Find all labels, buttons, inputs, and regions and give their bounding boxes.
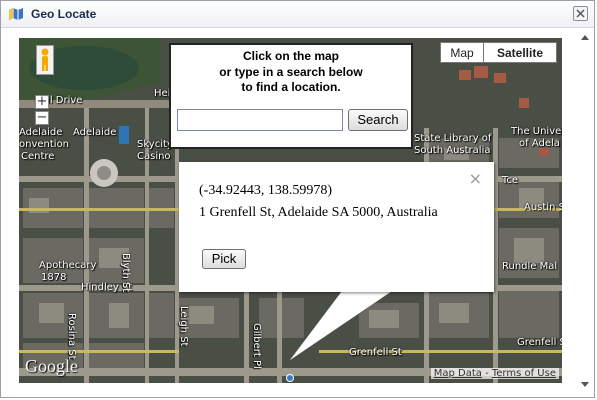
title-bar[interactable]: Geo Locate [1,1,594,28]
map-label-gilbert-pl: Gilbert Pl [251,323,262,369]
pegman-icon [41,48,49,71]
location-info-window: × (-34.92443, 138.59978) 1 Grenfell St, … [179,162,494,292]
location-search-input[interactable] [177,109,343,131]
address-text: 1 Grenfell St, Adelaide SA 5000, Austral… [199,205,438,220]
location-marker-icon [286,374,294,382]
map-label-rundle-mall: Rundle Mal [502,261,558,272]
close-window-button[interactable] [573,6,588,21]
map-label-austin-st: Austin St [524,202,562,213]
map-label-apothecary-year: 1878 [41,272,67,283]
map-label-leigh-st: Leigh St [178,306,189,347]
search-button[interactable]: Search [348,109,408,131]
map-label-adelaide-convention: Adelaide [19,127,63,138]
map-label-south-australia: South Australia [414,145,491,156]
google-logo: Google [25,356,78,376]
map-label-university-1: The Univers [511,126,562,137]
close-icon [576,9,585,18]
zoom-out-button[interactable]: − [35,111,49,125]
zoom-in-button[interactable]: + [35,95,49,109]
scroll-up-arrow-icon[interactable] [581,35,589,40]
street-view-pegman[interactable] [36,45,54,75]
map-label-grenfell-st-right: Grenfell St [517,337,562,348]
map-label-rosina-st: Rosina St [66,313,77,360]
coordinates-text: (-34.92443, 138.59978) [199,183,332,198]
map-type-satellite-button[interactable]: Satellite [483,42,557,63]
map-label-grenfell-st: Grenfell St [349,347,402,358]
map-label-blyth-st: Blyth St [120,253,131,293]
search-panel: Click on the map or type in a search bel… [169,43,413,149]
map-data-link[interactable]: Map Data [434,368,482,379]
scroll-down-arrow-icon[interactable] [581,382,589,387]
map-canvas[interactable]: ival Drive Adelaide onvention Centre Ade… [19,38,562,383]
map-attribution: Map Data - Terms of Use [430,368,559,379]
info-window-close-icon[interactable]: × [469,169,482,188]
map-label-university-2: of Adela [519,138,560,149]
map-label-state-library: State Library of [414,133,492,144]
map-label-apothecary: Apothecary [39,260,97,271]
search-instruction-line-3: to find a location. [241,80,341,94]
geo-locate-dialog: Geo Locate ival Drive Adelaide onvention… [0,0,595,398]
map-label-skycity: Skycity [137,139,173,150]
geo-locate-app-icon [9,8,23,20]
map-label-convention: onvention [19,139,70,150]
window-title: Geo Locate [31,7,97,21]
terms-of-use-link[interactable]: Terms of Use [492,368,556,379]
map-label-terrace: Tce [502,175,519,186]
attribution-separator: - [481,368,492,379]
map-label-centre: Centre [21,151,55,162]
vertical-scrollbar[interactable] [578,31,592,393]
search-instruction-line-2: or type in a search below [219,65,363,79]
pick-button[interactable]: Pick [202,249,246,269]
map-label-adelaide: Adelaide [73,127,117,138]
map-label-casino: Casino [137,151,171,162]
map-label-heimat: Hei [154,88,171,99]
search-instruction-line-1: Click on the map [242,49,340,63]
map-type-map-button[interactable]: Map [440,42,484,63]
